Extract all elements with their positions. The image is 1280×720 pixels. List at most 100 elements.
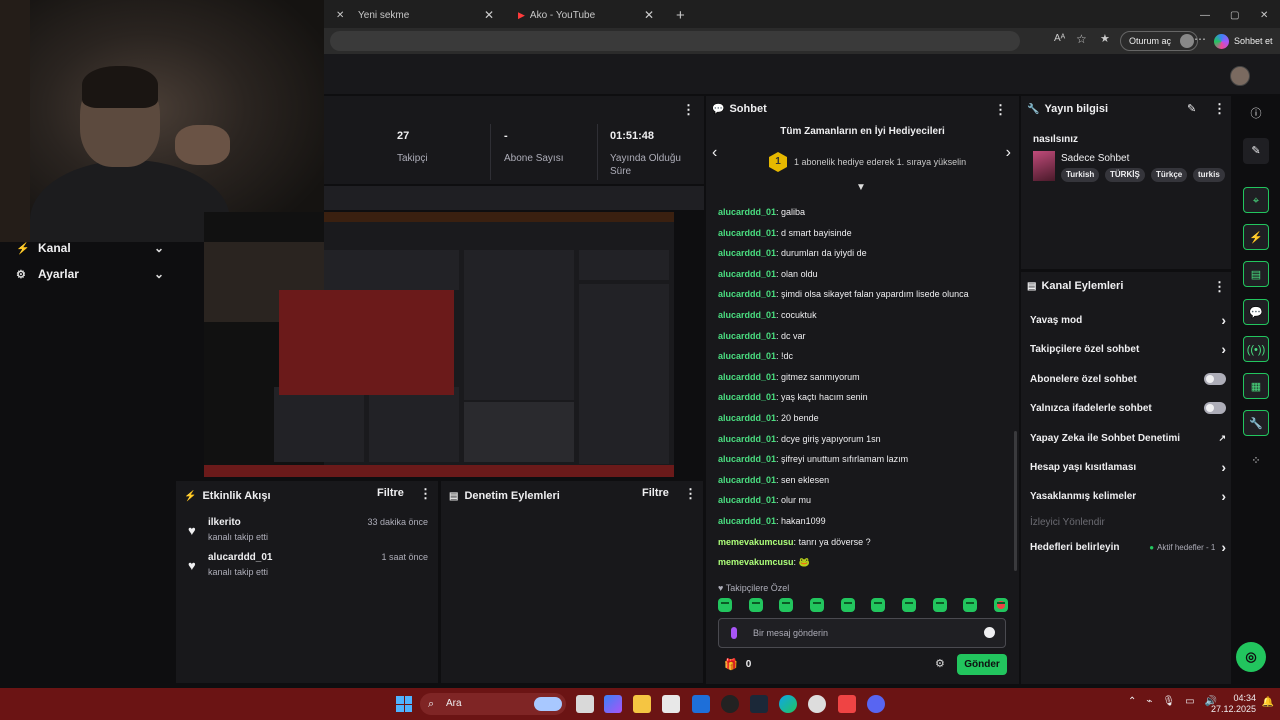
emote-icon[interactable] [901,598,916,612]
followers-only-row[interactable]: Takipçilere özel sohbet › [1030,340,1226,358]
chat-input[interactable]: Bir mesaj gönderin [718,618,1006,648]
edit-icon[interactable]: ✎ [1243,138,1269,164]
chat-username[interactable]: alucarddd_01 [718,248,776,258]
sign-in-button[interactable]: Oturum aç [1120,31,1199,51]
chat-username[interactable]: alucarddd_01 [718,392,776,402]
chat-username[interactable]: alucarddd_01 [718,289,776,299]
filter-button[interactable]: Filtre [642,487,669,499]
list-item[interactable]: ♥ ilkerito kanalı takip etti 33 dakika ö… [188,517,428,547]
account-age-row[interactable]: Hesap yaşı kısıtlaması › [1030,458,1226,476]
ai-moderation-row[interactable]: Yapay Zeka ile Sohbet Denetimi ↗ [1030,429,1226,447]
broadcast-icon[interactable]: ((•)) [1243,336,1269,362]
display-icon[interactable]: ▭ [1185,696,1194,707]
info-icon[interactable]: ⓘ [1243,101,1269,127]
tab-youtube[interactable]: ▶ Ako - YouTube ✕ [510,4,660,26]
windows-start-icon[interactable] [396,696,412,712]
collapse-icon[interactable]: ▼ [856,182,866,193]
task-view-icon[interactable] [576,695,594,713]
chat-username[interactable]: alucarddd_01 [718,495,776,505]
store-icon[interactable] [662,695,680,713]
channel-points[interactable]: 🎁 0 [724,658,751,671]
sidebar-item-ayarlar[interactable]: ⚙ Ayarlar ⌄ [16,264,164,284]
menu-icon[interactable]: ⋮ [419,486,432,502]
goals-row[interactable]: Hedefleri belirleyin Aktif hedefler - 1 … [1030,538,1226,556]
wrench-icon[interactable]: 🔧 [1243,410,1269,436]
close-icon[interactable]: ✕ [484,8,494,22]
clock[interactable]: 04:34 27.12.2025 [1211,693,1256,715]
list-item[interactable]: ♥ alucarddd_01 kanalı takip etti 1 saat … [188,552,428,582]
chat-username[interactable]: alucarddd_01 [718,331,776,341]
tab-new-tab[interactable]: Yeni sekme ✕ [350,4,500,26]
emote-icon[interactable] [963,598,978,612]
star-icon[interactable]: ☆ [1076,32,1087,46]
maximize-button[interactable]: ▢ [1222,4,1239,26]
emote-only-toggle[interactable] [1204,402,1226,414]
banned-words-row[interactable]: Yasaklanmış kelimeler › [1030,487,1226,505]
category-name[interactable]: Sadece Sohbet [1061,153,1129,164]
more-icon[interactable]: ⋯ [1194,32,1206,46]
edit-icon[interactable]: ✎ [1187,102,1196,115]
network-icon[interactable]: ⌁ [1146,696,1152,707]
apps-icon[interactable]: ⁘ [1243,448,1269,474]
url-field[interactable] [330,31,1020,51]
lightning-icon[interactable]: ⚡ [1243,224,1269,250]
emote-icon[interactable] [779,598,794,612]
discord-icon[interactable] [867,695,885,713]
chat-username[interactable]: alucarddd_01 [718,516,776,526]
emote-icon[interactable] [718,598,732,612]
chat-username[interactable]: memevakumcusu [718,557,794,567]
github-icon[interactable] [721,695,739,713]
file-explorer-icon[interactable] [633,695,651,713]
emote-icon[interactable] [748,598,763,612]
taskbar-search[interactable]: ⌕ Ara [420,693,566,715]
chevron-up-icon[interactable]: ⌃ [1128,696,1136,707]
media-icon[interactable]: ▦ [1243,373,1269,399]
stream-preview[interactable] [204,212,674,477]
filter-button[interactable]: Filtre [377,487,404,499]
chat-username[interactable]: memevakumcusu [718,537,794,547]
edge-icon[interactable] [779,695,797,713]
emote-icon[interactable] [932,598,947,612]
clip-icon[interactable]: ⌖ [1243,187,1269,213]
close-window-button[interactable]: ✕ [1252,4,1268,26]
menu-icon[interactable]: ⋮ [1213,101,1226,117]
emote-icon[interactable] [993,598,1008,612]
copilot-button[interactable]: Sohbet et [1214,31,1273,51]
emote-icon[interactable] [840,598,855,612]
chat-username[interactable]: alucarddd_01 [718,372,776,382]
close-tab-icon[interactable]: ✕ [328,4,344,26]
emote-icon[interactable] [871,598,886,612]
menu-icon[interactable]: ⋮ [684,486,697,502]
minimize-button[interactable]: — [1192,4,1210,26]
app-icon[interactable] [838,695,856,713]
sidebar-item-kanal[interactable]: ⚡ Kanal ⌄ [16,238,164,258]
read-aloud-icon[interactable]: Aᴬ [1054,33,1065,44]
chat-username[interactable]: alucarddd_01 [718,475,776,485]
send-button[interactable]: Gönder [957,654,1007,675]
menu-icon[interactable]: ⋮ [1213,279,1226,295]
notification-icon[interactable]: 🔔 [1262,697,1274,708]
tag-badge[interactable]: TÜRKİŞ [1105,168,1145,182]
emoji-icon[interactable] [984,627,995,638]
avatar[interactable] [1230,66,1250,86]
mic-icon[interactable]: 🎙 [1162,696,1175,707]
chat-username[interactable]: alucarddd_01 [718,413,776,423]
subscribers-only-toggle[interactable] [1204,373,1226,385]
emote-icon[interactable] [809,598,824,612]
chat-icon[interactable]: 💬 [1243,299,1269,325]
chat-username[interactable]: alucarddd_01 [718,434,776,444]
chat-username[interactable]: alucarddd_01 [718,310,776,320]
help-fab-button[interactable]: ◎ [1236,642,1266,672]
new-tab-button[interactable]: + [668,4,685,26]
chevron-left-icon[interactable]: ‹ [712,144,717,162]
menu-icon[interactable]: ⋮ [682,102,695,118]
steam-icon[interactable] [750,695,768,713]
chat-username[interactable]: alucarddd_01 [718,207,776,217]
slow-mode-row[interactable]: Yavaş mod › [1030,311,1226,329]
mic-icon[interactable] [731,627,737,639]
scrollbar[interactable] [1014,431,1017,571]
tag-badge[interactable]: turkis [1193,168,1225,182]
menu-icon[interactable]: ⋮ [994,102,1007,118]
tag-badge[interactable]: Turkish [1061,168,1100,182]
obs-icon[interactable] [808,695,826,713]
